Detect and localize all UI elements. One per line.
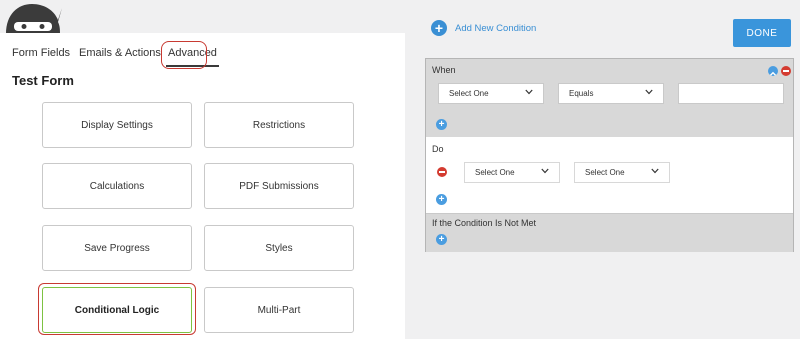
card-calculations[interactable]: Calculations: [42, 163, 192, 209]
form-builder-panel: Form Fields Emails & Actions Advanced Te…: [0, 0, 405, 339]
card-display-settings[interactable]: Display Settings: [42, 102, 192, 148]
tab-emails-actions[interactable]: Emails & Actions: [79, 47, 161, 59]
do-action-select-value: Select One: [475, 168, 515, 177]
add-else-plus-icon[interactable]: +: [436, 234, 447, 245]
else-label: If the Condition Is Not Met: [432, 218, 537, 228]
ninja-logo-icon: [6, 4, 62, 34]
annotation-highlight-advanced: [161, 41, 207, 69]
add-new-condition-label: Add New Condition: [455, 22, 537, 34]
when-field-select[interactable]: Select One: [438, 83, 544, 104]
chevron-down-icon: [651, 168, 659, 174]
remove-condition-icon[interactable]: [781, 66, 791, 76]
when-label: When: [432, 65, 456, 75]
do-label: Do: [432, 144, 444, 154]
when-value-input[interactable]: [678, 83, 784, 104]
else-section: If the Condition Is Not Met +: [426, 213, 793, 252]
card-styles[interactable]: Styles: [204, 225, 354, 271]
card-save-progress[interactable]: Save Progress: [42, 225, 192, 271]
card-restrictions[interactable]: Restrictions: [204, 102, 354, 148]
chevron-down-icon: [645, 89, 653, 95]
do-action-select[interactable]: Select One: [464, 162, 560, 183]
chevron-down-icon: [525, 89, 533, 95]
card-multi-part[interactable]: Multi-Part: [204, 287, 354, 333]
when-operator-select-value: Equals: [569, 89, 594, 98]
tab-form-fields[interactable]: Form Fields: [12, 47, 70, 59]
annotation-highlight-conditional-logic: [38, 283, 196, 335]
plus-circle-icon: +: [431, 20, 447, 36]
do-section: Do Select One Select One +: [426, 137, 793, 213]
add-action-plus-icon[interactable]: +: [436, 194, 447, 205]
chevron-down-icon: [541, 168, 549, 174]
remove-action-icon[interactable]: [437, 167, 447, 177]
do-target-select[interactable]: Select One: [574, 162, 670, 183]
form-title: Test Form: [12, 73, 74, 88]
add-when-plus-icon[interactable]: +: [436, 119, 447, 130]
done-button[interactable]: DONE: [733, 19, 791, 47]
condition-block: When Select One Equals + Do Select One S…: [425, 58, 794, 252]
card-pdf-submissions[interactable]: PDF Submissions: [204, 163, 354, 209]
add-new-condition-button[interactable]: + Add New Condition: [431, 20, 536, 36]
when-section: When Select One Equals +: [426, 59, 793, 137]
collapse-up-icon[interactable]: [768, 66, 778, 76]
when-operator-select[interactable]: Equals: [558, 83, 664, 104]
when-field-select-value: Select One: [449, 89, 489, 98]
do-target-select-value: Select One: [585, 168, 625, 177]
